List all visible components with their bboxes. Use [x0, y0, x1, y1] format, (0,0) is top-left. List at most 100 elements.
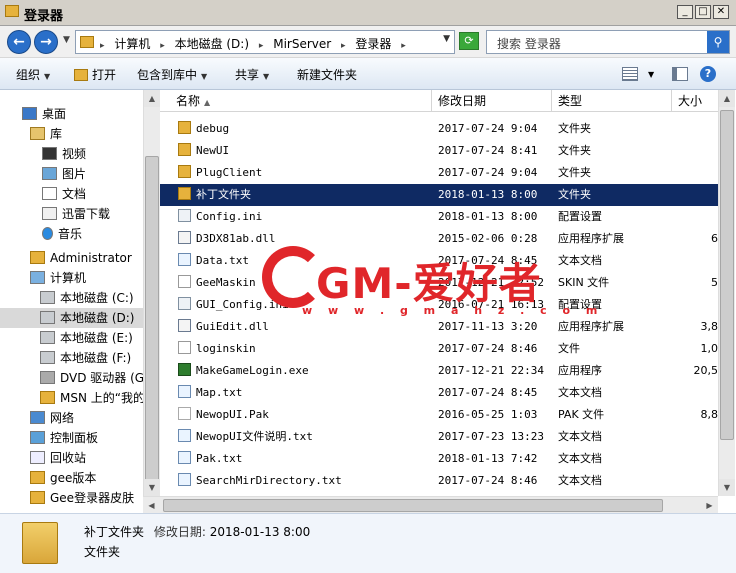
- scroll-left-arrow[interactable]: ◀: [143, 497, 160, 514]
- close-button[interactable]: ✕: [713, 5, 729, 19]
- file-row[interactable]: NewopUI.Pak 2016-05-25 1:03 PAK 文件 8,8: [160, 404, 718, 426]
- file-name: SearchMirDirectory.txt: [196, 474, 342, 487]
- view-dropdown[interactable]: ▼: [648, 70, 654, 79]
- file-date: 2018-01-13 8:00: [438, 210, 538, 223]
- column-size[interactable]: 大小: [672, 90, 718, 112]
- file-date: 2017-07-24 8:41: [438, 144, 538, 157]
- file-name: Pak.txt: [196, 452, 243, 465]
- nav-item[interactable]: Gee登录器皮肤: [30, 488, 134, 508]
- nav-scrollbar[interactable]: ▲ ▼: [143, 90, 160, 496]
- details-line: 补丁文件夹 修改日期: 2018-01-13 8:00: [84, 523, 310, 540]
- file-row[interactable]: NewopUI文件说明.txt 2017-07-23 13:23 文本文档: [160, 426, 718, 448]
- file-date: 2018-01-13 7:42: [438, 452, 538, 465]
- column-name[interactable]: 名称 ▲: [170, 90, 432, 112]
- horizontal-scrollbar[interactable]: ◀ ▶: [143, 496, 718, 513]
- breadcrumb-disk-d[interactable]: 本地磁盘 (D:): [175, 37, 249, 51]
- back-button[interactable]: ←: [7, 30, 31, 54]
- nav-item-label: 本地磁盘 (C:): [60, 291, 134, 305]
- recycle-bin-icon: [30, 451, 45, 464]
- file-row[interactable]: Map.txt 2017-07-24 8:45 文本文档: [160, 382, 718, 404]
- forward-button[interactable]: →: [34, 30, 58, 54]
- breadcrumb-computer[interactable]: 计算机: [114, 37, 150, 51]
- scroll-up-arrow[interactable]: ▲: [144, 90, 160, 107]
- nav-item[interactable]: 本地磁盘 (E:): [40, 328, 133, 348]
- view-options-icon[interactable]: [622, 67, 638, 81]
- nav-item[interactable]: 本地磁盘 (C:): [40, 288, 134, 308]
- user-folder-icon: [30, 251, 45, 264]
- organize-button[interactable]: 组织 ▼: [16, 66, 50, 83]
- address-bar[interactable]: ▸ 计算机 ▸ 本地磁盘 (D:) ▸ MirServer ▸ 登录器 ▸ ▼: [75, 30, 455, 54]
- share-button[interactable]: 共享 ▼: [235, 66, 269, 83]
- nav-item[interactable]: Administrator: [30, 248, 132, 268]
- nav-item-label: 本地磁盘 (F:): [60, 351, 132, 365]
- file-row[interactable]: debug 2017-07-24 9:04 文件夹: [160, 118, 718, 140]
- folder-icon: [178, 121, 191, 134]
- refresh-button[interactable]: ⟳: [459, 32, 479, 50]
- nav-item[interactable]: 迅雷下载: [42, 204, 110, 224]
- search-input[interactable]: 搜索 登录器: [497, 35, 561, 52]
- nav-item[interactable]: 桌面: [22, 104, 66, 124]
- file-name-cell: NewopUI.Pak: [178, 404, 432, 426]
- open-button[interactable]: 打开: [74, 66, 116, 83]
- nav-item[interactable]: DVD 驱动器 (G: [40, 368, 143, 388]
- preview-pane-icon[interactable]: [672, 67, 688, 81]
- scroll-up-arrow[interactable]: ▲: [719, 90, 735, 107]
- dll-icon: [178, 231, 191, 244]
- nav-item[interactable]: 文档: [42, 184, 86, 204]
- file-list-scrollbar[interactable]: ▲ ▼: [718, 90, 735, 496]
- breadcrumb-mirserver[interactable]: MirServer: [273, 37, 331, 51]
- disk-icon: [40, 351, 55, 364]
- include-in-library-button[interactable]: 包含到库中 ▼: [137, 66, 207, 83]
- dll-icon: [178, 319, 191, 332]
- scroll-thumb[interactable]: [720, 110, 734, 440]
- minimize-button[interactable]: _: [677, 5, 693, 19]
- nav-item[interactable]: gee版本: [30, 468, 96, 488]
- column-type[interactable]: 类型: [552, 90, 672, 112]
- txt-icon: [178, 253, 191, 266]
- file-row[interactable]: Config.ini 2018-01-13 8:00 配置设置: [160, 206, 718, 228]
- file-date: 2017-07-24 9:04: [438, 122, 538, 135]
- scroll-down-arrow[interactable]: ▼: [719, 479, 735, 496]
- file-row[interactable]: loginskin 2017-07-24 8:46 文件 1,0: [160, 338, 718, 360]
- chevron-down-icon[interactable]: ▼: [443, 34, 450, 44]
- nav-item[interactable]: 网络: [30, 408, 74, 428]
- file-row[interactable]: Pak.txt 2018-01-13 7:42 文本文档: [160, 448, 718, 470]
- file-name-cell: Map.txt: [178, 382, 432, 404]
- recent-pages-dropdown[interactable]: ▼: [63, 35, 70, 45]
- scroll-down-arrow[interactable]: ▼: [144, 479, 160, 496]
- file-row[interactable]: NewUI 2017-07-24 8:41 文件夹: [160, 140, 718, 162]
- txt-icon: [178, 451, 191, 464]
- folder-icon: [30, 491, 45, 504]
- scroll-right-arrow[interactable]: ▶: [701, 497, 718, 514]
- breadcrumb-launcher[interactable]: 登录器: [355, 37, 391, 51]
- scroll-thumb[interactable]: [145, 156, 159, 486]
- file-row[interactable]: MakeGameLogin.exe 2017-12-21 22:34 应用程序 20,…: [160, 360, 718, 382]
- nav-item[interactable]: 计算机: [30, 268, 86, 288]
- nav-item[interactable]: 音乐: [42, 224, 82, 244]
- file-row[interactable]: 补丁文件夹 2018-01-13 8:00 文件夹: [160, 184, 718, 206]
- nav-item[interactable]: 图片: [42, 164, 86, 184]
- maximize-button[interactable]: □: [695, 5, 711, 19]
- nav-item[interactable]: 本地磁盘 (D:): [0, 308, 143, 328]
- nav-item[interactable]: MSN 上的“我的: [40, 388, 143, 408]
- command-bar: 组织 ▼ 打开 包含到库中 ▼ 共享 ▼ 新建文件夹 ▼ ?: [0, 58, 736, 90]
- nav-item-label: 桌面: [42, 107, 67, 121]
- watermark-brand: GM-爱好者: [316, 259, 542, 308]
- file-row[interactable]: SearchMirDirectory.txt 2017-07-24 8:46 文本文…: [160, 470, 718, 492]
- pak-icon: [178, 407, 191, 420]
- nav-item[interactable]: 控制面板: [30, 428, 98, 448]
- file-type: 文件: [558, 342, 580, 355]
- help-icon[interactable]: ?: [700, 66, 716, 82]
- scroll-thumb[interactable]: [163, 499, 663, 512]
- search-icon[interactable]: ⚲: [707, 31, 729, 53]
- nav-item[interactable]: 视频: [42, 144, 86, 164]
- file-name-cell: PlugClient: [178, 162, 432, 184]
- file-row[interactable]: PlugClient 2017-07-24 9:04 文件夹: [160, 162, 718, 184]
- nav-item[interactable]: 本地磁盘 (F:): [40, 348, 131, 368]
- column-modified[interactable]: 修改日期: [432, 90, 552, 112]
- new-folder-button[interactable]: 新建文件夹: [297, 66, 357, 83]
- nav-item[interactable]: 回收站: [30, 448, 86, 468]
- nav-item[interactable]: 库: [30, 124, 62, 144]
- search-box[interactable]: 搜索 登录器 ⚲: [486, 30, 730, 54]
- address-bar-row: ← → ▼ ▸ 计算机 ▸ 本地磁盘 (D:) ▸ MirServer ▸ 登录…: [0, 26, 736, 58]
